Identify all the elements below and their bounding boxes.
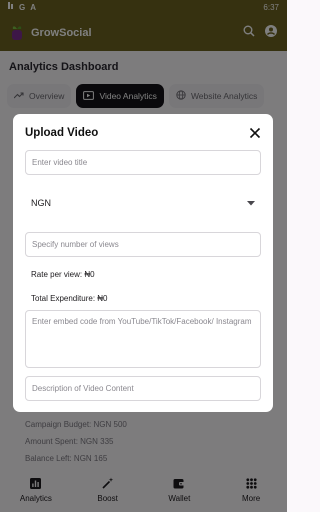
video-title-input[interactable]: Enter video title <box>25 150 261 175</box>
close-icon[interactable] <box>249 126 261 139</box>
description-input[interactable]: Description of Video Content <box>25 376 261 401</box>
dialog-title: Upload Video <box>25 127 99 139</box>
currency-value: NGN <box>31 198 51 208</box>
rate-per-view: Rate per view: ₦0 <box>31 270 95 279</box>
caret-down-icon <box>247 198 255 208</box>
total-expenditure: Total Expenditure: ₦0 <box>31 294 108 303</box>
currency-select[interactable]: NGN <box>25 184 261 222</box>
embed-code-input[interactable]: Enter embed code from YouTube/TikTok/Fac… <box>25 310 261 368</box>
upload-video-dialog: Upload Video Enter video title NGN Speci… <box>13 114 273 412</box>
views-input[interactable]: Specify number of views <box>25 232 261 257</box>
